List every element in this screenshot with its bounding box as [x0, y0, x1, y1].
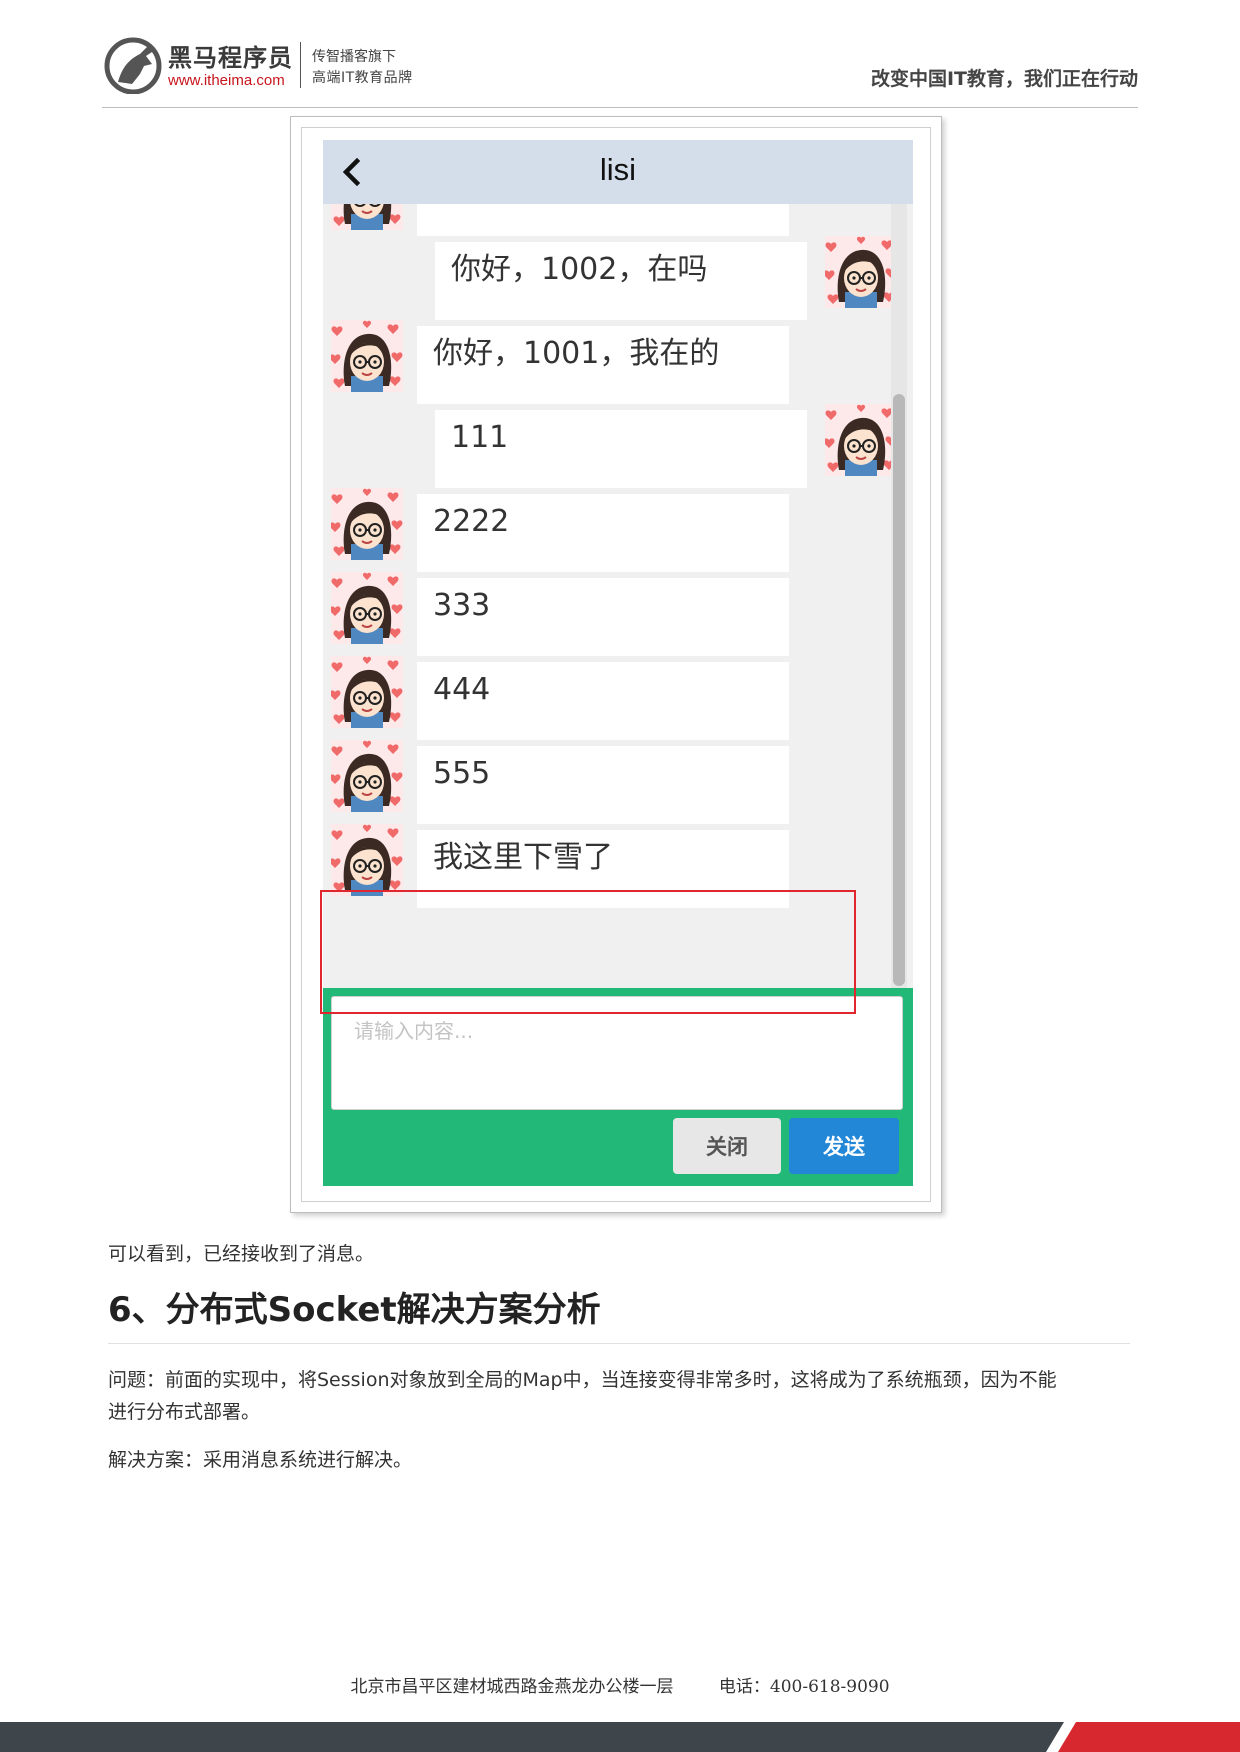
brand-url: www.itheima.com: [168, 72, 285, 89]
logo-divider: [300, 42, 301, 88]
caption-text: 可以看到，已经接收到了消息。: [108, 1243, 375, 1265]
avatar: [331, 824, 403, 896]
chat-window: lisi 你好，1002，在吗 你好，1001，我在的 111 2222 333: [323, 140, 913, 1186]
solution-text: 解决方案：采用消息系统进行解决。: [108, 1449, 413, 1471]
section-heading: 6、分布式Socket解决方案分析: [108, 1290, 601, 1330]
input-bar: 请输入内容... 关闭 发送: [323, 988, 913, 1186]
header-slogan: 改变中国IT教育，我们正在行动: [870, 68, 1138, 90]
message-bubble: 你好，1001，我在的: [417, 326, 789, 404]
message-bubble: [417, 204, 789, 236]
chat-titlebar: lisi: [323, 140, 913, 204]
footer-address: 北京市昌平区建材城西路金燕龙办公楼一层: [350, 1677, 674, 1697]
avatar: [331, 320, 403, 392]
avatar: [331, 204, 403, 230]
close-button[interactable]: 关闭: [673, 1118, 781, 1174]
message-bubble: 444: [417, 662, 789, 740]
footer-phone: 电话：400-618-9090: [718, 1677, 890, 1697]
highlight-box: [320, 890, 856, 1014]
footer-bar: [0, 1722, 1240, 1752]
message-bubble: 你好，1002，在吗: [435, 242, 807, 320]
avatar: [331, 740, 403, 812]
brand-subtitle-1: 传智播客旗下: [312, 49, 396, 65]
page-footer: 北京市昌平区建材城西路金燕龙办公楼一层 电话：400-618-9090: [0, 1672, 1240, 1697]
avatar: [825, 236, 897, 308]
chat-title: lisi: [599, 152, 637, 187]
avatar: [331, 656, 403, 728]
message-bubble: 555: [417, 746, 789, 824]
brand-name: 黑马程序员: [168, 44, 293, 72]
avatar: [331, 572, 403, 644]
horse-logo-icon: [104, 37, 162, 94]
heading-divider: [108, 1343, 1130, 1344]
header-divider: [102, 107, 1138, 108]
message-bubble: 2222: [417, 494, 789, 572]
message-bubble: 111: [435, 410, 807, 488]
message-list: 你好，1002，在吗 你好，1001，我在的 111 2222 333 444 …: [323, 204, 913, 988]
avatar: [331, 488, 403, 560]
send-button[interactable]: 发送: [789, 1118, 899, 1174]
problem-text-line1: 问题：前面的实现中，将Session对象放到全局的Map中，当连接变得非常多时，…: [108, 1369, 1057, 1391]
brand-subtitle-2: 高端IT教育品牌: [312, 70, 413, 86]
problem-text-line2: 进行分布式部署。: [108, 1401, 261, 1423]
scrollbar-thumb[interactable]: [893, 394, 905, 986]
message-bubble: 333: [417, 578, 789, 656]
avatar: [825, 404, 897, 476]
page-header: 黑马程序员 www.itheima.com 传智播客旗下 高端IT教育品牌 改变…: [102, 36, 1138, 108]
